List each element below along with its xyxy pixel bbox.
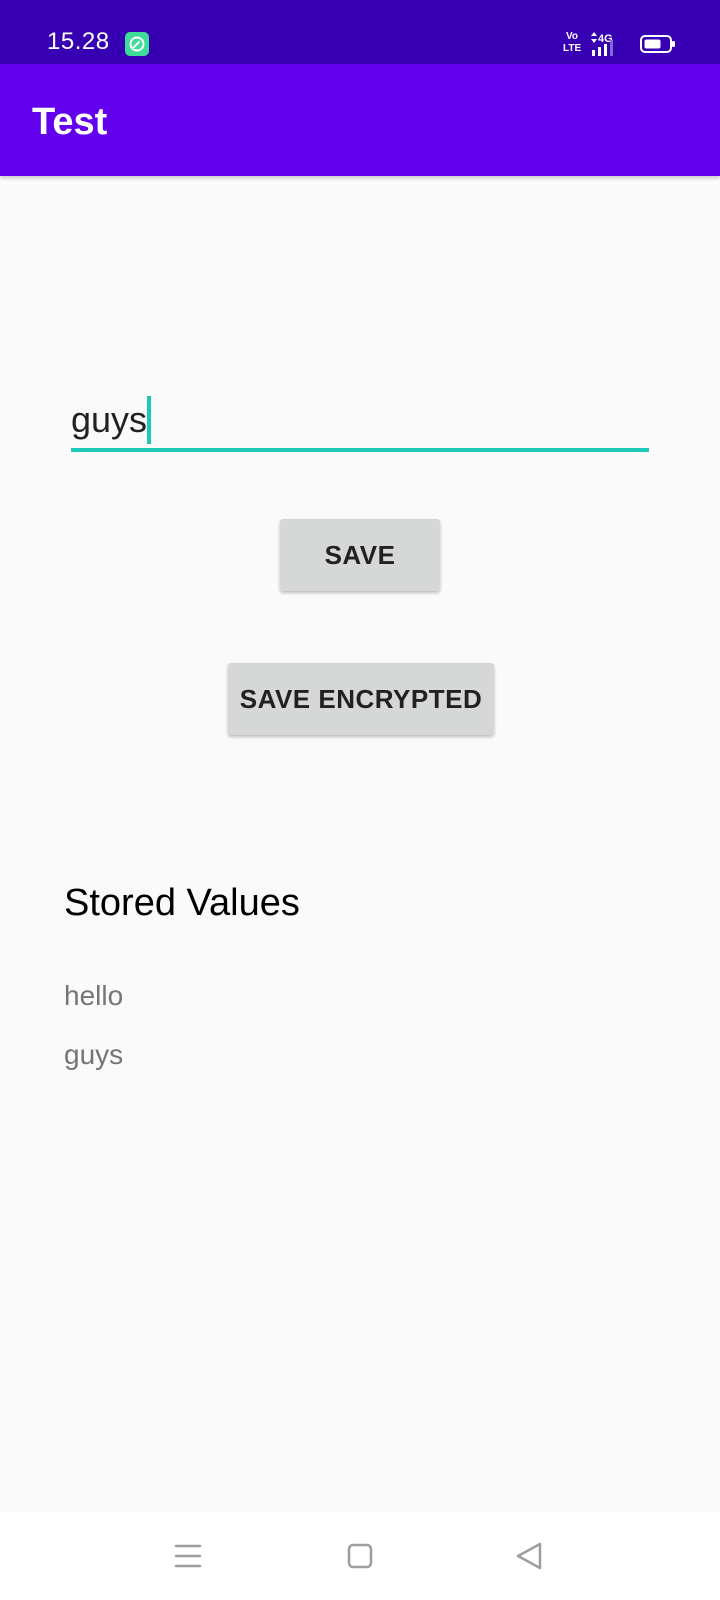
stored-value-item: guys: [64, 1039, 124, 1070]
menu-icon[interactable]: [164, 1532, 212, 1580]
volte-icon: Vo LTE: [563, 31, 581, 57]
app-bar: Test: [0, 64, 720, 176]
navigation-bar: [0, 1512, 720, 1600]
status-bar: 15.28 Vo LTE 4G: [0, 0, 720, 64]
volte-bottom-label: LTE: [563, 43, 582, 54]
app-notification-icon: [125, 32, 149, 56]
save-encrypted-button[interactable]: SAVE ENCRYPTED: [228, 663, 494, 735]
stored-values-heading: Stored Values: [64, 882, 300, 924]
app-title: Test: [32, 101, 108, 143]
status-time: 15.28: [47, 28, 110, 55]
text-input[interactable]: [71, 392, 649, 448]
stored-values-list: hello guys: [64, 978, 123, 1096]
home-icon[interactable]: [336, 1532, 384, 1580]
back-icon[interactable]: [506, 1532, 554, 1580]
volte-top-label: Vo: [565, 31, 579, 42]
battery-icon: [640, 35, 676, 53]
text-cursor: [147, 396, 151, 444]
stored-value-item: hello: [64, 980, 124, 1011]
save-button[interactable]: SAVE: [280, 519, 440, 591]
signal-icon: 4G: [589, 30, 629, 58]
text-input-container[interactable]: [71, 392, 649, 452]
input-underline: [71, 448, 649, 452]
